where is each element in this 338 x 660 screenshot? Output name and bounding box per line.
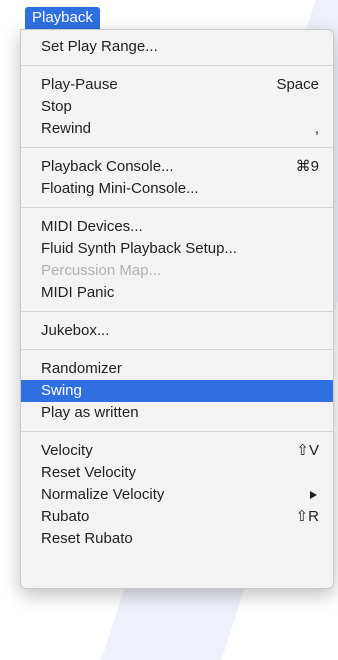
menu-item-swing[interactable]: Swing: [21, 380, 333, 402]
menu-separator: [21, 311, 333, 312]
menu-item-play-as-written[interactable]: Play as written: [21, 402, 333, 424]
menu-title-playback[interactable]: Playback: [25, 7, 100, 29]
menu-separator: [21, 431, 333, 432]
menu-item-label: Reset Rubato: [41, 530, 133, 547]
menu-item-reset-velocity[interactable]: Reset Velocity: [21, 462, 333, 484]
menu-item-play-pause[interactable]: Play-Pause Space: [21, 74, 333, 96]
menu-item-label: Rubato: [41, 508, 90, 525]
menu-separator: [21, 349, 333, 350]
menu-item-midi-devices[interactable]: MIDI Devices...: [21, 216, 333, 238]
menu-item-reset-rubato[interactable]: Reset Rubato: [21, 528, 333, 550]
menu-item-rubato[interactable]: Rubato ⇧R: [21, 506, 333, 528]
menu-item-label: Percussion Map...: [41, 262, 162, 279]
menu-item-velocity[interactable]: Velocity ⇧V: [21, 440, 333, 462]
menu-item-fluid-synth-playback-setup[interactable]: Fluid Synth Playback Setup...: [21, 238, 333, 260]
menu-item-label: Playback Console...: [41, 158, 174, 175]
menu-item-label: Rewind: [41, 120, 92, 137]
menu-item-label: Set Play Range...: [41, 38, 158, 55]
menu-item-randomizer[interactable]: Randomizer: [21, 358, 333, 380]
menu-item-floating-mini-console[interactable]: Floating Mini-Console...: [21, 178, 333, 200]
menu-item-shortcut: Space: [276, 76, 319, 93]
menu-item-label: Randomizer: [41, 360, 122, 377]
menu-separator: [21, 147, 333, 148]
menu-item-shortcut: ⌘9: [295, 158, 319, 175]
menu-item-percussion-map: Percussion Map...: [21, 260, 333, 282]
menu-item-label: MIDI Devices...: [41, 218, 143, 235]
menu-item-shortcut: ⇧R: [295, 508, 319, 525]
chevron-right-icon: [310, 491, 317, 499]
menu-item-label: Fluid Synth Playback Setup...: [41, 240, 237, 257]
menu-item-label: Play as written: [41, 404, 139, 421]
menu-item-set-play-range[interactable]: Set Play Range...: [21, 36, 333, 58]
menu-item-label: Normalize Velocity: [41, 486, 165, 503]
playback-menu: Set Play Range... Play-Pause Space Stop Rewi…: [20, 29, 334, 589]
menu-item-normalize-velocity[interactable]: Normalize Velocity: [21, 484, 333, 506]
menu-item-rewind[interactable]: Rewind,: [21, 118, 333, 140]
menu-item-label: Velocity: [41, 442, 93, 459]
menu-item-shortcut: ⇧V: [296, 442, 319, 459]
menu-item-label: Reset Velocity: [41, 464, 137, 481]
menu-item-label: Jukebox...: [41, 322, 110, 339]
menu-item-jukebox[interactable]: Jukebox...: [21, 320, 333, 342]
menu-item-label: MIDI Panic: [41, 284, 115, 301]
menu-item-label: Stop: [41, 98, 72, 115]
menu-item-shortcut: ,: [314, 120, 319, 137]
menu-item-midi-panic[interactable]: MIDI Panic: [21, 282, 333, 304]
menu-separator: [21, 207, 333, 208]
menu-item-stop[interactable]: Stop: [21, 96, 333, 118]
menu-item-label: Swing: [41, 382, 82, 399]
menu-item-label: Floating Mini-Console...: [41, 180, 199, 197]
menu-item-label: Play-Pause: [41, 76, 118, 93]
menu-item-playback-console[interactable]: Playback Console... ⌘9: [21, 156, 333, 178]
menu-separator: [21, 65, 333, 66]
